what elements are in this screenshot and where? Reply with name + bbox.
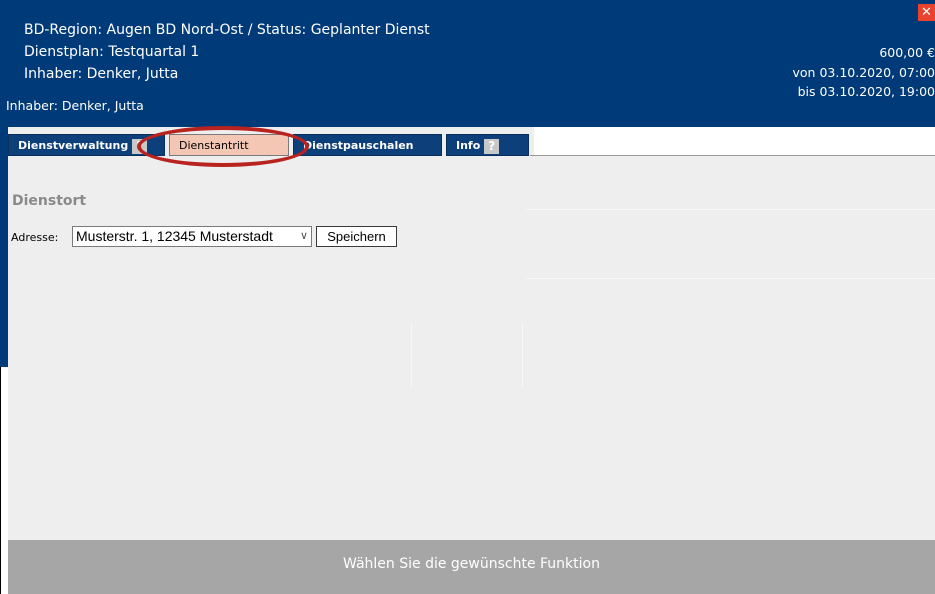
help-icon[interactable]: ? xyxy=(132,138,148,154)
chevron-down-icon: ∨ xyxy=(299,230,308,242)
owner-text: Inhaber: Denker, Jutta xyxy=(24,66,179,82)
tab-dienstpauschalen[interactable]: Dienstpauschalen xyxy=(293,134,442,156)
tab-dienstverwaltung[interactable]: Dienstverwaltung? xyxy=(8,134,165,156)
address-label: Adresse: xyxy=(11,231,59,244)
time-from-text: von 03.10.2020, 07:00 xyxy=(792,65,935,80)
tab-label: Info xyxy=(456,139,481,152)
address-value: Musterstr. 1, 12345 Musterstadt xyxy=(76,228,273,244)
divider xyxy=(526,278,935,279)
address-select[interactable]: Musterstr. 1, 12345 Musterstadt ∨ xyxy=(72,226,312,247)
owner-label: Inhaber: Denker, Jutta xyxy=(6,98,144,113)
help-icon[interactable]: ? xyxy=(484,138,500,154)
dienstplan-text: Dienstplan: Testquartal 1 xyxy=(24,44,200,60)
tab-underline xyxy=(530,155,935,156)
region-status-text: BD-Region: Augen BD Nord-Ost / Status: G… xyxy=(24,22,430,38)
divider xyxy=(411,323,412,388)
divider xyxy=(522,323,523,388)
left-border xyxy=(0,127,8,367)
status-footer: Wählen Sie die gewünschte Funktion xyxy=(8,540,935,594)
tab-label: Dienstantritt xyxy=(179,139,249,152)
tab-label: Dienstverwaltung xyxy=(18,139,129,152)
divider xyxy=(526,209,935,210)
left-divider xyxy=(0,367,1,594)
time-to-text: bis 03.10.2020, 19:00 xyxy=(797,84,935,99)
tab-info[interactable]: Info? xyxy=(446,134,529,156)
section-title: Dienstort xyxy=(12,193,87,209)
header-panel: BD-Region: Augen BD Nord-Ost / Status: G… xyxy=(0,0,935,127)
tab-label: Dienstpauschalen xyxy=(303,139,414,152)
save-button[interactable]: Speichern xyxy=(316,226,397,247)
tab-strip-background xyxy=(534,127,935,155)
amount-text: 600,00 € xyxy=(879,45,935,60)
close-icon[interactable]: ✕ xyxy=(918,4,935,21)
content-area xyxy=(8,127,935,540)
tab-dienstantritt[interactable]: Dienstantritt xyxy=(169,134,289,156)
